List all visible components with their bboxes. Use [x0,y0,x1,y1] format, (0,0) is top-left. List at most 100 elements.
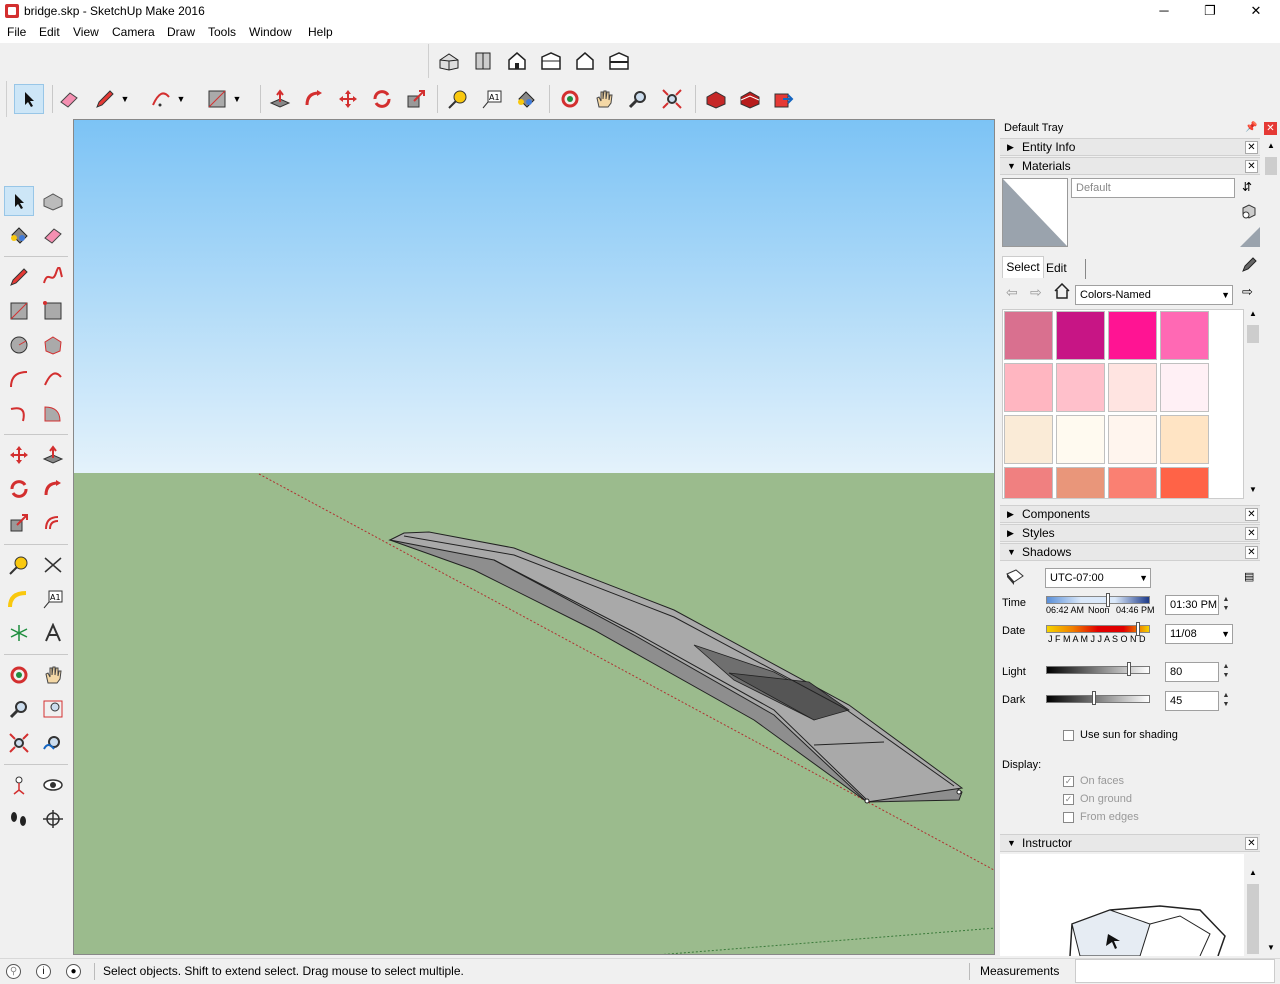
zoom-icon[interactable] [623,84,653,114]
menu-tools[interactable]: Tools [208,25,236,39]
instructor-scrollbar[interactable]: ▲ [1246,854,1260,956]
light-spinner[interactable]: ▲ ▼ [1219,662,1233,682]
material-swatch[interactable] [1056,363,1105,412]
material-swatch[interactable] [1108,363,1157,412]
top-view-icon[interactable] [468,46,498,76]
tape-measure-icon[interactable] [443,84,473,114]
material-library-select[interactable]: Colors-Named ▼ [1075,285,1233,305]
default-material-icon[interactable] [1240,227,1260,247]
material-swatch[interactable] [1004,467,1053,498]
pan-icon[interactable] [38,660,68,690]
close-icon[interactable]: ✕ [1245,837,1258,850]
eraser-icon[interactable] [38,220,68,250]
material-swatch[interactable] [1160,363,1209,412]
left-view-icon[interactable] [604,46,634,76]
arc-dropdown-chevron-down-icon[interactable]: ▼ [174,84,188,114]
zoom-icon[interactable] [4,694,34,724]
tab-select[interactable]: Select [1002,256,1044,278]
3d-text-icon[interactable] [38,618,68,648]
scroll-up-icon[interactable]: ▲ [1246,868,1260,877]
menu-draw[interactable]: Draw [167,25,195,39]
geo-location-icon[interactable]: ⚲ [6,964,21,979]
shadows-panel-header[interactable]: ▼ Shadows ✕ [1000,543,1260,561]
material-swatch[interactable] [1160,467,1209,498]
follow-me-icon[interactable] [299,84,329,114]
arc-icon[interactable] [4,364,34,394]
scroll-down-icon[interactable]: ▼ [1246,485,1260,494]
pie-icon[interactable] [38,398,68,428]
tray-close-icon[interactable]: ✕ [1264,122,1277,135]
walk-icon[interactable] [4,804,34,834]
make-component-icon[interactable] [38,186,68,216]
date-field[interactable]: 11/08 ▼ [1165,624,1233,644]
iso-view-icon[interactable] [434,46,464,76]
timezone-select[interactable]: UTC-07:00 ▼ [1045,568,1151,588]
details-arrow-icon[interactable]: ⇨ [1242,284,1253,300]
rotate-icon[interactable] [367,84,397,114]
rotate-icon[interactable] [4,474,34,504]
swatch-scrollbar[interactable]: ▲ ▼ [1246,309,1260,499]
scale-icon[interactable] [401,84,431,114]
scroll-up-icon[interactable]: ▲ [1264,141,1278,150]
material-swatch[interactable] [1160,311,1209,360]
material-swatch[interactable] [1108,467,1157,498]
pin-icon[interactable]: 📌 [1245,122,1257,133]
restore-button[interactable]: ❐ [1187,0,1233,23]
material-swatch[interactable] [1160,415,1209,464]
axes-icon[interactable] [4,618,34,648]
tab-edit[interactable]: Edit [1046,259,1086,279]
bridge-model[interactable] [74,120,995,955]
forward-arrow-icon[interactable]: ⇨ [1030,284,1042,301]
freehand-icon[interactable] [38,262,68,292]
zoom-extents-icon[interactable] [4,728,34,758]
line-icon[interactable] [4,262,34,292]
date-slider[interactable] [1046,625,1150,633]
shadow-settings-icon[interactable]: ▤ [1244,570,1254,583]
text-icon[interactable]: A1 [477,84,507,114]
share-model-icon[interactable] [769,84,799,114]
select-icon[interactable] [14,84,44,114]
scroll-thumb[interactable] [1247,884,1259,954]
front-view-icon[interactable] [502,46,532,76]
zoom-window-icon[interactable] [38,694,68,724]
scroll-down-icon[interactable]: ▼ [1264,943,1278,952]
on-faces-checkbox[interactable]: ✓ [1063,776,1074,787]
menu-window[interactable]: Window [249,25,292,39]
material-swatch[interactable] [1004,363,1053,412]
time-spinner[interactable]: ▲ ▼ [1219,595,1233,615]
extension-warehouse-icon[interactable] [735,84,765,114]
light-slider-thumb[interactable] [1127,662,1131,676]
two-point-arc-icon[interactable] [38,364,68,394]
material-swatch[interactable] [1056,415,1105,464]
move-icon[interactable] [4,440,34,470]
pencil-dropdown-chevron-down-icon[interactable]: ▼ [118,84,132,114]
tray-scrollbar[interactable]: ▲ ▼ [1264,139,1278,959]
push-pull-icon[interactable] [38,440,68,470]
select-icon[interactable] [4,186,34,216]
material-swatch[interactable] [1004,415,1053,464]
back-view-icon[interactable] [570,46,600,76]
toggle-shadows-icon[interactable] [1004,568,1026,586]
rotated-rectangle-icon[interactable] [38,296,68,326]
use-sun-checkbox[interactable] [1063,730,1074,741]
rectangle-icon[interactable] [4,296,34,326]
scroll-thumb[interactable] [1247,325,1259,343]
home-icon[interactable] [1054,282,1070,299]
position-camera-icon[interactable] [4,770,34,800]
three-point-arc-icon[interactable] [4,398,34,428]
close-window-button[interactable]: ✕ [1233,0,1279,23]
material-name-field[interactable]: Default [1071,178,1235,198]
follow-me-icon[interactable] [38,474,68,504]
material-swatch[interactable] [1056,311,1105,360]
look-around-icon[interactable] [38,770,68,800]
paint-bucket-icon[interactable] [511,84,541,114]
dark-spinner[interactable]: ▲ ▼ [1219,691,1233,711]
menu-view[interactable]: View [73,25,99,39]
circle-icon[interactable] [4,330,34,360]
material-swatch[interactable] [1004,311,1053,360]
protractor-icon[interactable] [4,584,34,614]
materials-panel-header[interactable]: ▼ Materials ✕ [1000,157,1260,175]
material-swatch[interactable] [1108,311,1157,360]
previous-view-icon[interactable] [38,728,68,758]
orbit-icon[interactable] [4,660,34,690]
